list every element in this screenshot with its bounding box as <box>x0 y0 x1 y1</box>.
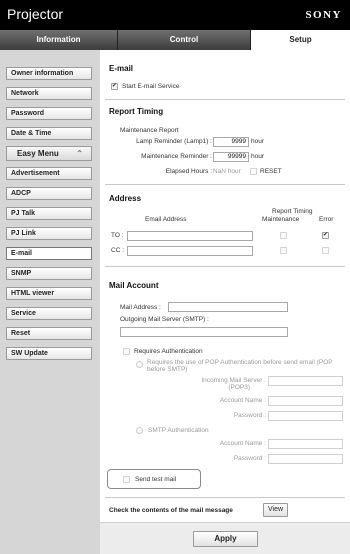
pop-account-name-label: Account Name : <box>219 397 266 404</box>
start-email-service-checkbox[interactable]: ✔ <box>111 83 118 90</box>
incoming-server-input[interactable] <box>268 376 343 386</box>
section-title-address: Address <box>109 194 142 203</box>
pop-before-smtp-radio[interactable] <box>136 361 143 368</box>
maintenance-reminder-label: Maintenance Reminder : <box>141 153 212 160</box>
divider <box>105 266 345 267</box>
smtp-account-name-label: Account Name : <box>219 440 266 447</box>
main-content: E-mail ✔ Start E-mail Service Report Tim… <box>100 50 350 554</box>
sidebar-item-adcp[interactable]: ADCP <box>6 187 92 200</box>
sidebar-item-email[interactable]: E-mail <box>6 247 92 260</box>
sidebar-item-sw-update[interactable]: SW Update <box>6 347 92 360</box>
send-test-mail-box[interactable]: Send test mail <box>107 469 201 489</box>
sidebar-item-password[interactable]: Password <box>6 107 92 120</box>
cc-error-checkbox[interactable] <box>322 247 329 254</box>
elapsed-hours-value: NaN hour <box>213 168 241 175</box>
incoming-server-label-pop3: (POP3) <box>228 384 250 391</box>
requires-authentication-checkbox[interactable] <box>123 348 130 355</box>
top-header: Projector SONY <box>0 0 350 30</box>
divider <box>105 497 345 498</box>
divider <box>105 184 345 185</box>
report-timing-header: Report Timing <box>272 208 313 215</box>
mail-address-input[interactable] <box>168 302 288 312</box>
lamp-reminder-unit: hour <box>251 138 265 145</box>
sidebar-item-pj-link[interactable]: PJ Link <box>6 227 92 240</box>
sidebar-group-easy-menu[interactable]: Easy Menu ⌃ <box>6 146 92 161</box>
pop-before-smtp-label: Requires the use of POP Authentication b… <box>147 359 333 373</box>
smtp-authentication-radio[interactable] <box>136 427 143 434</box>
app-title: Projector <box>7 6 64 22</box>
sidebar-item-pj-talk[interactable]: PJ Talk <box>6 207 92 220</box>
main-tabs: Information Control Setup <box>0 30 350 50</box>
smtp-authentication-label: SMTP Authentication <box>148 427 209 434</box>
divider <box>105 99 345 100</box>
incoming-server-label: Incoming Mail Server : <box>201 377 266 384</box>
smtp-password-input[interactable] <box>268 454 343 464</box>
lamp-reminder-input[interactable]: 9999 <box>213 137 249 147</box>
maintenance-header: Maintenance <box>262 216 300 223</box>
check-contents-label: Check the contents of the mail message <box>109 507 233 514</box>
pop-account-name-input[interactable] <box>268 396 343 406</box>
view-button[interactable]: View <box>263 503 288 517</box>
to-error-checkbox[interactable]: ✔ <box>322 232 329 239</box>
apply-button[interactable]: Apply <box>193 531 258 547</box>
apply-bar: Apply <box>100 522 350 554</box>
start-email-service-label: Start E-mail Service <box>122 83 180 90</box>
section-title-report-timing: Report Timing <box>109 107 164 116</box>
sidebar-group-label: Easy Menu <box>17 149 59 158</box>
to-maintenance-checkbox[interactable] <box>280 232 287 239</box>
sidebar-item-network[interactable]: Network <box>6 87 92 100</box>
cc-maintenance-checkbox[interactable] <box>280 247 287 254</box>
mail-address-label: Mail Address : <box>120 304 161 311</box>
lamp-reminder-label: Lamp Reminder (Lamp1) : <box>136 138 212 145</box>
section-title-mail-account: Mail Account <box>109 281 159 290</box>
error-header: Error <box>319 216 334 223</box>
reset-label: RESET <box>260 168 282 175</box>
sidebar-item-reset[interactable]: Reset <box>6 327 92 340</box>
smtp-server-label: Outgoing Mail Server (SMTP) : <box>120 316 209 323</box>
tab-control[interactable]: Control <box>118 30 251 50</box>
send-test-mail-label: Send test mail <box>135 476 177 483</box>
send-test-mail-checkbox[interactable] <box>123 476 130 483</box>
smtp-server-input[interactable] <box>120 327 288 337</box>
sidebar-item-snmp[interactable]: SNMP <box>6 267 92 280</box>
sidebar-item-date-time[interactable]: Date & Time <box>6 127 92 140</box>
sidebar-item-service[interactable]: Service <box>6 307 92 320</box>
to-label: TO : <box>111 232 124 239</box>
requires-authentication-label: Requires Authentication <box>134 348 203 355</box>
maintenance-reminder-input[interactable]: 99999 <box>213 152 249 162</box>
cc-email-input[interactable] <box>127 246 253 256</box>
smtp-account-name-input[interactable] <box>268 439 343 449</box>
reset-checkbox[interactable] <box>250 168 257 175</box>
sidebar-item-advertisement[interactable]: Advertisement <box>6 167 92 180</box>
pop-password-input[interactable] <box>268 411 343 421</box>
cc-label: CC : <box>111 247 124 254</box>
pop-password-label: Password : <box>233 412 266 419</box>
maintenance-reminder-unit: hour <box>251 153 265 160</box>
maintenance-report-label: Maintenance Report <box>120 127 179 134</box>
sidebar-item-html-viewer[interactable]: HTML viewer <box>6 287 92 300</box>
section-title-email: E-mail <box>109 64 134 73</box>
sidebar-item-owner-information[interactable]: Owner information <box>6 67 92 80</box>
email-address-header: Email Address <box>145 216 187 223</box>
elapsed-hours-label: Elapsed Hours : <box>165 168 212 175</box>
sidebar: Owner information Network Password Date … <box>0 50 100 554</box>
tab-information[interactable]: Information <box>0 30 118 50</box>
smtp-password-label: Password : <box>233 455 266 462</box>
tab-setup[interactable]: Setup <box>251 30 350 50</box>
chevron-double-up-icon: ⌃ <box>76 149 83 158</box>
brand-logo: SONY <box>305 9 342 21</box>
to-email-input[interactable] <box>127 231 253 241</box>
